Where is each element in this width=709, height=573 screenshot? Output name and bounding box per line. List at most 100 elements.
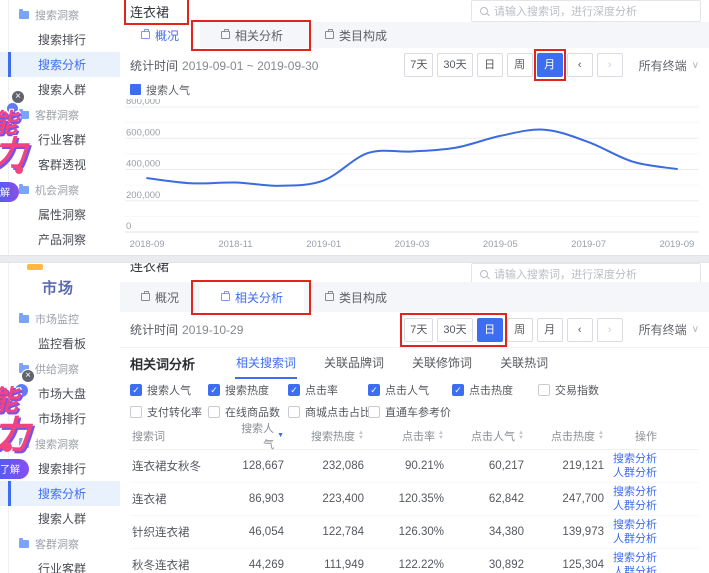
cell-actions: 搜索分析 人群分析 bbox=[604, 486, 699, 513]
sidebar-item[interactable]: 客群洞察 bbox=[0, 102, 120, 127]
panel-tab[interactable]: 相关分析 bbox=[200, 282, 304, 312]
cell-search-heat: 232,086 bbox=[284, 460, 364, 472]
table-row: 针织连衣裙 46,054 122,784 126.30% 34,380 139,… bbox=[130, 516, 699, 549]
next-button[interactable]: › bbox=[597, 53, 623, 77]
checkbox-icon[interactable] bbox=[288, 384, 300, 396]
cell-search-word[interactable]: 连衣裙 bbox=[132, 491, 232, 507]
search-analysis-link[interactable]: 搜索分析 bbox=[613, 552, 657, 565]
crowd-analysis-link[interactable]: 人群分析 bbox=[613, 533, 657, 546]
checkbox-icon[interactable] bbox=[208, 384, 220, 396]
promo-badge[interactable]: 解 bbox=[0, 182, 19, 202]
filter-checkbox[interactable]: 搜索人气 bbox=[130, 382, 208, 398]
close-icon[interactable]: × bbox=[21, 369, 35, 383]
range-button[interactable]: 7天 bbox=[404, 53, 433, 77]
range-button[interactable]: 日 bbox=[477, 318, 503, 342]
col-label: 搜索热度 bbox=[311, 428, 355, 444]
sidebar-item[interactable]: 监控看板 bbox=[0, 331, 120, 356]
search-analysis-link[interactable]: 搜索分析 bbox=[613, 486, 657, 499]
close-icon[interactable]: × bbox=[11, 90, 25, 104]
stats-row-bottom: 统计时间2019-10-29 7天 30天 日 周 bbox=[120, 312, 709, 348]
range-button[interactable]: 7天 bbox=[404, 318, 433, 342]
promo-badge[interactable]: 了解 bbox=[0, 459, 29, 479]
sidebar-item[interactable]: 行业客群 bbox=[0, 556, 120, 573]
crowd-analysis-link[interactable]: 人群分析 bbox=[613, 500, 657, 513]
sidebar-item[interactable]: 搜索分析 bbox=[0, 481, 120, 506]
word-type-tab[interactable]: 关联热词 bbox=[499, 348, 549, 379]
range-button[interactable]: 30天 bbox=[437, 318, 472, 342]
range-button[interactable]: 30天 bbox=[437, 53, 472, 77]
sidebar-item[interactable]: 搜索排行 bbox=[0, 27, 120, 52]
trend-chart: 0200,000400,000600,000800,0002018-092018… bbox=[125, 99, 704, 256]
checkbox-icon[interactable] bbox=[130, 384, 142, 396]
sidebar-item[interactable]: 产品洞察 bbox=[0, 227, 120, 252]
sidebar-item-label: 产品洞察 bbox=[38, 231, 86, 248]
cell-search-word[interactable]: 连衣裙女秋冬 bbox=[132, 458, 232, 474]
sidebar-item[interactable]: 搜索人群 bbox=[0, 506, 120, 531]
checkbox-icon[interactable] bbox=[368, 406, 380, 418]
sidebar-item[interactable]: 搜索洞察 bbox=[0, 2, 120, 27]
sidebar-item[interactable]: 市场监控 bbox=[0, 306, 120, 331]
filter-checkbox[interactable]: 点击热度 bbox=[452, 382, 538, 398]
next-button[interactable]: › bbox=[597, 318, 623, 342]
filter-checkbox[interactable]: 在线商品数 bbox=[208, 404, 288, 420]
search-analysis-link[interactable]: 搜索分析 bbox=[613, 519, 657, 532]
prev-button[interactable]: ‹ bbox=[567, 318, 593, 342]
range-button[interactable]: 月 bbox=[537, 53, 563, 77]
sidebar-item[interactable]: 属性洞察 bbox=[0, 202, 120, 227]
filter-checkbox[interactable]: 搜索热度 bbox=[208, 382, 288, 398]
range-button[interactable]: 日 bbox=[477, 53, 503, 77]
cell-search-word[interactable]: 秋冬连衣裙 bbox=[132, 557, 232, 573]
stat-time-label: 统计时间 bbox=[130, 323, 178, 337]
folder-icon bbox=[19, 111, 29, 119]
col-click-heat[interactable]: 点击热度 bbox=[524, 428, 604, 444]
filter-checkbox[interactable]: 支付转化率 bbox=[130, 404, 208, 420]
filter-checkbox[interactable]: 点击率 bbox=[288, 382, 368, 398]
keyword-title: 连衣裙 bbox=[130, 262, 169, 275]
col-click-popularity[interactable]: 点击人气 bbox=[444, 428, 524, 444]
range-button[interactable]: 周 bbox=[507, 318, 533, 342]
range-button[interactable]: 月 bbox=[537, 318, 563, 342]
crowd-analysis-link[interactable]: 人群分析 bbox=[613, 467, 657, 480]
terminal-dropdown[interactable]: 所有终端 ∨ bbox=[639, 321, 699, 338]
svg-text:2018-09: 2018-09 bbox=[130, 239, 165, 250]
filter-checkbox[interactable]: 交易指数 bbox=[538, 382, 709, 398]
sidebar-item[interactable]: 搜索分析 bbox=[0, 52, 120, 77]
sidebar-item-label: 搜索人群 bbox=[38, 81, 86, 98]
panel-tab[interactable]: 概况 bbox=[120, 22, 200, 48]
checkbox-icon[interactable] bbox=[130, 406, 142, 418]
prev-button[interactable]: ‹ bbox=[567, 53, 593, 77]
panel-tab[interactable]: 类目构成 bbox=[304, 282, 408, 312]
checkbox-icon[interactable] bbox=[288, 406, 300, 418]
checkbox-icon[interactable] bbox=[452, 384, 464, 396]
word-type-tab[interactable]: 关联品牌词 bbox=[323, 348, 385, 379]
col-click-rate[interactable]: 点击率 bbox=[364, 428, 444, 444]
word-type-tab[interactable]: 关联修饰词 bbox=[411, 348, 473, 379]
crowd-analysis-link[interactable]: 人群分析 bbox=[613, 566, 657, 573]
col-search-popularity[interactable]: 搜索人气 bbox=[232, 420, 284, 452]
filter-checkbox[interactable]: 直通车参考价 bbox=[368, 404, 452, 420]
sidebar-item-label: 搜索排行 bbox=[38, 460, 86, 477]
panel-tab[interactable]: 概况 bbox=[120, 282, 200, 312]
col-search-heat[interactable]: 搜索热度 bbox=[284, 428, 364, 444]
terminal-dropdown[interactable]: 所有终端 ∨ bbox=[639, 57, 699, 74]
search-analysis-link[interactable]: 搜索分析 bbox=[613, 453, 657, 466]
panel-tab[interactable]: 相关分析 bbox=[200, 22, 304, 48]
range-button[interactable]: 周 bbox=[507, 53, 533, 77]
table-row: 连衣裙女秋冬 128,667 232,086 90.21% 60,217 219… bbox=[130, 450, 699, 483]
sort-desc-icon[interactable] bbox=[277, 432, 284, 439]
filter-checkbox[interactable]: 点击人气 bbox=[368, 382, 452, 398]
search-input[interactable]: 请输入搜索词，进行深度分析 bbox=[471, 0, 701, 22]
checkbox-icon[interactable] bbox=[208, 406, 220, 418]
legend-marker-icon bbox=[130, 84, 141, 95]
cell-search-word[interactable]: 针织连衣裙 bbox=[132, 524, 232, 540]
checkbox-icon[interactable] bbox=[368, 384, 380, 396]
checkbox-icon[interactable] bbox=[538, 384, 550, 396]
filter-checkbox[interactable]: 商城点击占比 bbox=[288, 404, 368, 420]
sidebar-item[interactable]: 供给洞察 bbox=[0, 356, 120, 381]
svg-text:800,000: 800,000 bbox=[126, 99, 160, 107]
tab-label: 类目构成 bbox=[339, 289, 387, 306]
word-type-tab[interactable]: 相关搜索词 bbox=[235, 348, 297, 379]
panel-tab[interactable]: 类目构成 bbox=[304, 22, 408, 48]
cell-click-popularity: 34,380 bbox=[444, 526, 524, 538]
sidebar-item[interactable]: 客群洞察 bbox=[0, 531, 120, 556]
